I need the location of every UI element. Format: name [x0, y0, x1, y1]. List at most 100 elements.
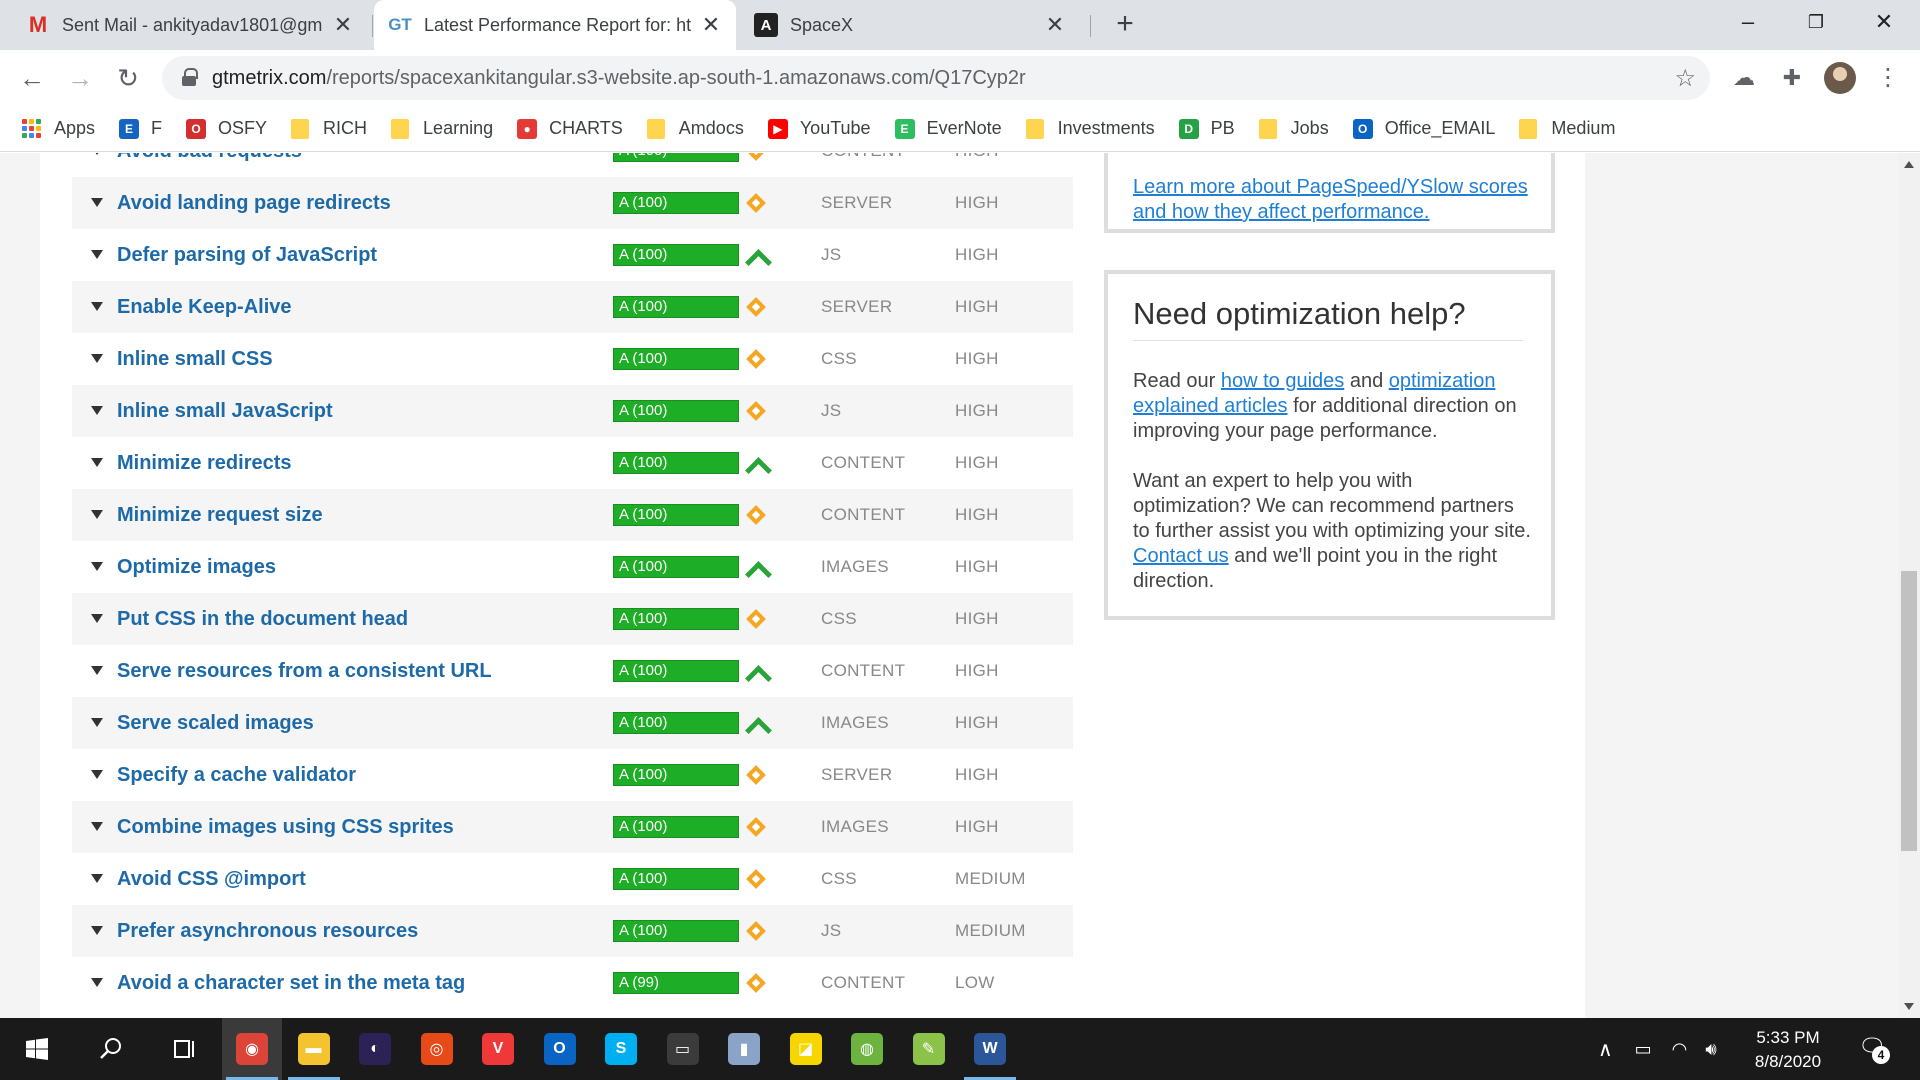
back-button[interactable]: ← [16, 62, 48, 94]
bookmark-apps[interactable]: Apps [22, 118, 95, 139]
expand-triangle-icon[interactable] [91, 562, 103, 571]
rule-name[interactable]: Prefer asynchronous resources [117, 920, 418, 943]
taskbar-app-database[interactable]: ▮ [714, 1018, 774, 1080]
expand-triangle-icon[interactable] [91, 614, 103, 623]
recommendation-row[interactable]: Avoid CSS @import A (100) CSS MEDIUM [72, 853, 1073, 905]
expand-triangle-icon[interactable] [91, 250, 103, 259]
bookmark-star-icon[interactable]: ☆ [1674, 64, 1696, 93]
bookmark-pb[interactable]: D PB [1178, 118, 1235, 139]
taskbar-app-word[interactable]: W [960, 1018, 1020, 1080]
recommendation-row[interactable]: Avoid bad requests A (100) CONTENT HIGH [72, 153, 1073, 177]
expand-triangle-icon[interactable] [91, 354, 103, 363]
battery-icon[interactable]: ▭ [1635, 1039, 1652, 1060]
recommendation-row[interactable]: Avoid landing page redirects A (100) SERVE… [72, 177, 1073, 229]
url-text[interactable]: gtmetrix.com/reports/spacexankitangular.… [212, 67, 1026, 90]
bookmark-investments[interactable]: Investments [1025, 118, 1155, 139]
expand-triangle-icon[interactable] [91, 978, 103, 987]
rule-name[interactable]: Optimize images [117, 556, 276, 579]
reload-button[interactable]: ↻ [112, 62, 144, 94]
expand-triangle-icon[interactable] [91, 666, 103, 675]
taskbar-app-outlook[interactable]: O [530, 1018, 590, 1080]
expand-triangle-icon[interactable] [91, 458, 103, 467]
recommendation-row[interactable]: Minimize request size A (100) CONTENT HIGH [72, 489, 1073, 541]
recommendation-row[interactable]: Prefer asynchronous resources A (100) JS ME… [72, 905, 1073, 957]
expand-triangle-icon[interactable] [91, 822, 103, 831]
how-to-guides-link[interactable]: how to guides [1221, 370, 1344, 392]
bookmark-charts[interactable]: ● CHARTS [517, 118, 623, 139]
taskbar-app-sticky-notes[interactable]: ◪ [776, 1018, 836, 1080]
rule-name[interactable]: Avoid CSS @import [117, 868, 306, 891]
taskbar-app-spring-tool[interactable]: ◍ [837, 1018, 897, 1080]
taskbar-app-notepad-plus[interactable]: ✎ [899, 1018, 959, 1080]
tab-gtmetrix[interactable]: GT Latest Performance Report for: ht ✕ [374, 0, 736, 50]
lock-icon[interactable] [182, 68, 198, 86]
taskbar-app-terminal[interactable]: ▭ [653, 1018, 713, 1080]
minimize-button[interactable]: – [1720, 0, 1776, 44]
rule-name[interactable]: Defer parsing of JavaScript [117, 244, 377, 267]
expand-triangle-icon[interactable] [91, 770, 103, 779]
extensions-puzzle-icon[interactable]: ✚ [1776, 62, 1808, 94]
rule-name[interactable]: Put CSS in the document head [117, 608, 408, 631]
page-scrollbar[interactable] [1898, 153, 1920, 1018]
rule-name[interactable]: Combine images using CSS sprites [117, 816, 454, 839]
expand-triangle-icon[interactable] [91, 153, 103, 155]
tab-gmail[interactable]: M Sent Mail - ankityadav1801@gm ✕ [12, 0, 368, 50]
rule-name[interactable]: Avoid a character set in the meta tag [117, 972, 465, 995]
rule-name[interactable]: Minimize request size [117, 504, 323, 527]
recommendation-row[interactable]: Avoid a character set in the meta tag A (… [72, 957, 1073, 1009]
expand-triangle-icon[interactable] [91, 874, 103, 883]
rule-name[interactable]: Avoid landing page redirects [117, 192, 391, 215]
recommendation-row[interactable]: Serve scaled images A (100) IMAGES HIGH [72, 697, 1073, 749]
window-close-button[interactable]: ✕ [1856, 0, 1912, 44]
bookmark-rich[interactable]: RICH [291, 118, 367, 139]
restore-button[interactable]: ❐ [1788, 0, 1844, 44]
extension-cloud-icon[interactable]: ☁ [1728, 62, 1760, 94]
contact-us-link[interactable]: Contact us [1133, 545, 1229, 567]
search-button[interactable] [74, 1018, 148, 1080]
recommendation-row[interactable]: Inline small CSS A (100) CSS HIGH [72, 333, 1073, 385]
menu-kebab-icon[interactable]: ⋮ [1872, 62, 1904, 94]
expand-triangle-icon[interactable] [91, 406, 103, 415]
rule-name[interactable]: Enable Keep-Alive [117, 296, 292, 319]
forward-button[interactable]: → [64, 62, 96, 94]
tab-spacex[interactable]: A SpaceX ✕ [740, 0, 1080, 50]
bookmark-f[interactable]: EF [119, 118, 162, 139]
recommendation-row[interactable]: Enable Keep-Alive A (100) SERVER HIGH [72, 281, 1073, 333]
scrollbar-thumb[interactable] [1901, 571, 1917, 851]
new-tab-button[interactable]: + [1108, 8, 1142, 42]
task-view-button[interactable] [148, 1018, 222, 1080]
recommendation-row[interactable]: Serve resources from a consistent URL A (… [72, 645, 1073, 697]
taskbar-app-vivaldi[interactable]: V [468, 1018, 528, 1080]
rule-name[interactable]: Inline small JavaScript [117, 400, 333, 423]
bookmark-amdocs[interactable]: Amdocs [646, 118, 744, 139]
taskbar-clock[interactable]: 5:33 PM 8/8/2020 [1740, 1026, 1836, 1074]
notifications-button[interactable]: 🗨︎ 4 [1858, 1034, 1890, 1064]
profile-avatar[interactable] [1824, 62, 1856, 94]
tray-chevron-up-icon[interactable]: ∧ [1598, 1037, 1613, 1062]
close-icon[interactable]: ✕ [1044, 12, 1066, 38]
close-icon[interactable]: ✕ [700, 12, 722, 38]
taskbar-app-eclipse[interactable]: ◐ [345, 1018, 405, 1080]
rule-name[interactable]: Avoid bad requests [117, 153, 302, 163]
expand-triangle-icon[interactable] [91, 718, 103, 727]
bookmark-office-email[interactable]: O Office_EMAIL [1352, 118, 1495, 139]
bookmark-osfy[interactable]: O OSFY [186, 118, 267, 139]
taskbar-app-file-explorer[interactable]: ▬ [284, 1018, 344, 1080]
bookmark-evernote[interactable]: E EverNote [894, 118, 1002, 139]
recommendation-row[interactable]: Inline small JavaScript A (100) JS HIGH [72, 385, 1073, 437]
expand-triangle-icon[interactable] [91, 926, 103, 935]
rule-name[interactable]: Inline small CSS [117, 348, 273, 371]
rule-name[interactable]: Minimize redirects [117, 452, 292, 475]
recommendation-row[interactable]: Combine images using CSS sprites A (100) I… [72, 801, 1073, 853]
start-button[interactable] [0, 1018, 74, 1080]
bookmark-jobs[interactable]: Jobs [1258, 118, 1329, 139]
expand-triangle-icon[interactable] [91, 302, 103, 311]
expand-triangle-icon[interactable] [91, 510, 103, 519]
bookmark-medium[interactable]: Medium [1519, 118, 1615, 139]
taskbar-app-skype[interactable]: S [591, 1018, 651, 1080]
address-bar[interactable]: gtmetrix.com/reports/spacexankitangular.… [162, 56, 1710, 100]
recommendation-row[interactable]: Defer parsing of JavaScript A (100) JS HIGH [72, 229, 1073, 281]
rule-name[interactable]: Serve scaled images [117, 712, 314, 735]
recommendation-row[interactable]: Minimize redirects A (100) CONTENT HIGH [72, 437, 1073, 489]
recommendation-row[interactable]: Specify a cache validator A (100) SERVER HI… [72, 749, 1073, 801]
